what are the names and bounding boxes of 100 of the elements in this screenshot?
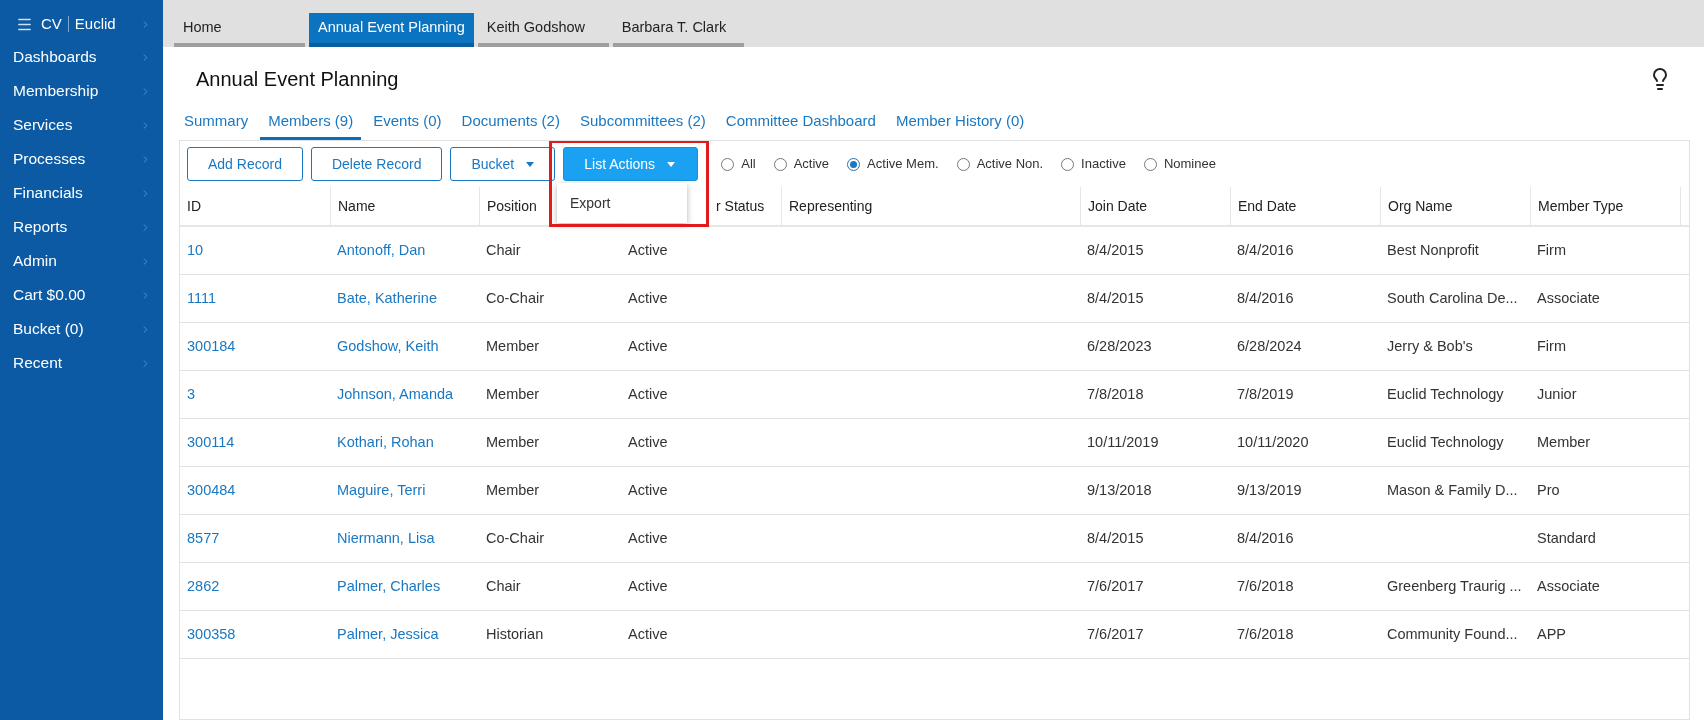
subtab[interactable]: Committee Dashboard bbox=[717, 106, 884, 140]
table-cell-text: 6/28/2024 bbox=[1236, 336, 1302, 356]
table-link[interactable]: Godshow, Keith bbox=[330, 335, 439, 358]
table-cell-text: Historian bbox=[485, 624, 544, 644]
table-cell-text: 8/4/2015 bbox=[1086, 240, 1144, 260]
table-cell-text: Active bbox=[627, 528, 668, 548]
column-header[interactable]: Position bbox=[480, 195, 537, 217]
table-link[interactable]: 10 bbox=[180, 239, 204, 262]
table-cell-text: Active bbox=[627, 240, 668, 260]
table-cell-text: Co-Chair bbox=[485, 288, 544, 308]
tab[interactable]: Keith Godshow bbox=[477, 13, 609, 47]
tab[interactable]: Home bbox=[174, 13, 305, 47]
sidebar-item[interactable]: Recent bbox=[0, 346, 163, 380]
table-cell-text: Active bbox=[627, 288, 668, 308]
table-cell-text: Community Found... bbox=[1386, 624, 1518, 644]
table-cell-text: Firm bbox=[1536, 336, 1566, 356]
radio-option[interactable]: Nominee bbox=[1143, 154, 1216, 174]
table-link[interactable]: Maguire, Terri bbox=[330, 479, 426, 502]
table-link[interactable]: 300184 bbox=[180, 335, 236, 358]
tab[interactable]: Barbara T. Clark bbox=[612, 13, 744, 47]
table-cell-text: Member bbox=[485, 384, 540, 404]
table-cell-text: Associate bbox=[1536, 288, 1600, 308]
table-cell-text: Greenberg Traurig ... bbox=[1386, 576, 1522, 596]
table-cell-text: 9/13/2018 bbox=[1086, 480, 1152, 500]
table-cell-text: 8/4/2016 bbox=[1236, 240, 1294, 260]
caret-icon bbox=[667, 161, 676, 167]
radio-option[interactable]: All bbox=[721, 154, 756, 174]
table-cell-text: 8/4/2015 bbox=[1086, 288, 1144, 308]
radio-option[interactable]: Active Mem. bbox=[847, 154, 939, 174]
radio-option[interactable]: Active bbox=[773, 154, 830, 174]
page-title: Annual Event Planning bbox=[196, 67, 399, 92]
column-header[interactable]: Name bbox=[331, 195, 376, 217]
table-link[interactable]: 300358 bbox=[180, 623, 236, 646]
toolbar-button[interactable]: Add Record bbox=[187, 147, 303, 181]
subtab[interactable]: Summary bbox=[176, 106, 257, 140]
table-cell-text: Junior bbox=[1536, 384, 1577, 404]
table-cell-text: Euclid Technology bbox=[1386, 432, 1504, 452]
radio-option[interactable]: Inactive bbox=[1061, 154, 1126, 174]
column-header[interactable]: Org Name bbox=[1381, 195, 1453, 217]
dropdown-button[interactable]: Bucket bbox=[450, 147, 556, 181]
table-link[interactable]: Niermann, Lisa bbox=[330, 527, 435, 550]
table-link[interactable]: Kothari, Rohan bbox=[330, 431, 434, 454]
table-cell-text: Active bbox=[627, 384, 668, 404]
table-cell-text: Member bbox=[485, 336, 540, 356]
table-cell-text: Jerry & Bob's bbox=[1386, 336, 1473, 356]
table-cell-text: Mason & Family D... bbox=[1386, 480, 1518, 500]
table-cell-text: 8/4/2016 bbox=[1236, 288, 1294, 308]
table-cell-text: Member bbox=[485, 480, 540, 500]
table-cell-text: Euclid Technology bbox=[1386, 384, 1504, 404]
table-cell-text: 7/6/2018 bbox=[1236, 624, 1294, 644]
column-header[interactable]: Join Date bbox=[1081, 195, 1148, 217]
sidebar-item[interactable]: Financials bbox=[0, 176, 163, 210]
table-cell-text: 8/4/2016 bbox=[1236, 528, 1294, 548]
sidebar-item[interactable]: Dashboards bbox=[0, 40, 163, 74]
toolbar-button[interactable]: Delete Record bbox=[310, 147, 443, 181]
table-link[interactable]: 1111 bbox=[180, 287, 217, 310]
column-header[interactable]: ID bbox=[180, 195, 201, 217]
table-cell-text: Member bbox=[1536, 432, 1591, 452]
sidebar-item[interactable]: Admin bbox=[0, 244, 163, 278]
sidebar-item[interactable]: Processes bbox=[0, 142, 163, 176]
table-cell-text: Active bbox=[627, 432, 668, 452]
sidebar-item[interactable]: Membership bbox=[0, 74, 163, 108]
table-link[interactable]: 2862 bbox=[180, 575, 220, 598]
subtab[interactable]: Members (9) bbox=[260, 106, 362, 140]
table-link[interactable]: 3 bbox=[180, 383, 196, 406]
subtab[interactable]: Documents (2) bbox=[453, 106, 568, 140]
table-link[interactable]: 8577 bbox=[180, 527, 220, 550]
table-link[interactable]: 300484 bbox=[180, 479, 236, 502]
table-cell-text: 7/6/2017 bbox=[1086, 576, 1144, 596]
column-header[interactable]: Representing bbox=[782, 195, 873, 217]
table-link[interactable]: Palmer, Charles bbox=[330, 575, 441, 598]
table-link[interactable]: Palmer, Jessica bbox=[330, 623, 439, 646]
caret-icon bbox=[526, 161, 535, 167]
tab[interactable]: Annual Event Planning bbox=[309, 13, 474, 47]
sidebar-item[interactable]: Bucket (0) bbox=[0, 312, 163, 346]
column-header[interactable]: Member Type bbox=[1531, 195, 1624, 217]
table-cell-text: 10/11/2020 bbox=[1236, 432, 1309, 452]
sidebar-item[interactable]: Services bbox=[0, 108, 163, 142]
table-cell-text: 6/28/2023 bbox=[1086, 336, 1152, 356]
table-cell-text: Co-Chair bbox=[485, 528, 544, 548]
table-link[interactable]: 300114 bbox=[180, 431, 235, 454]
table-cell-text: Standard bbox=[1536, 528, 1596, 548]
dropdown-button[interactable]: List Actions bbox=[563, 147, 699, 181]
table-cell-text: Chair bbox=[485, 240, 521, 260]
table-link[interactable]: Johnson, Amanda bbox=[330, 383, 454, 406]
subtab[interactable]: Member History (0) bbox=[887, 106, 1033, 140]
table-cell-text: Best Nonprofit bbox=[1386, 240, 1479, 260]
subtab[interactable]: Subcommittees (2) bbox=[571, 106, 714, 140]
table-cell-text: 7/8/2019 bbox=[1236, 384, 1294, 404]
sidebar-item[interactable]: Reports bbox=[0, 210, 163, 244]
radio-option[interactable]: Active Non. bbox=[956, 154, 1044, 174]
table-link[interactable]: Bate, Katherine bbox=[330, 287, 437, 310]
table-cell-text: 10/11/2019 bbox=[1086, 432, 1159, 452]
column-header[interactable]: End Date bbox=[1231, 195, 1297, 217]
sidebar-item[interactable]: Cart $0.00 bbox=[0, 278, 163, 312]
table-link[interactable]: Antonoff, Dan bbox=[330, 239, 426, 262]
table-cell-text: 7/8/2018 bbox=[1086, 384, 1144, 404]
menu-item[interactable]: Export bbox=[557, 187, 687, 219]
table-cell-text: APP bbox=[1536, 624, 1566, 644]
subtab[interactable]: Events (0) bbox=[365, 106, 450, 140]
